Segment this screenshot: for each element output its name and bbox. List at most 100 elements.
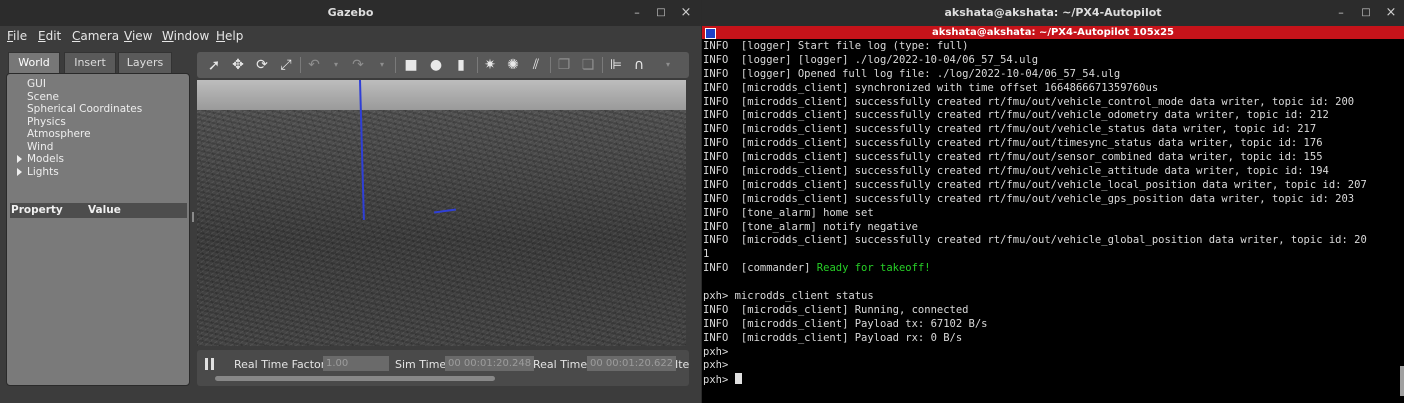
tree-item-physics[interactable]: Physics — [27, 116, 66, 128]
cylinder-shape-icon[interactable]: ▮ — [452, 56, 470, 74]
terminal-line-text: INFO [logger] Start file log (type: full… — [703, 40, 969, 52]
terminal-line-text: INFO [logger] [logger] ./log/2022-10-04/… — [703, 53, 1039, 66]
redo-icon[interactable]: ↷ — [349, 56, 367, 74]
menu-view[interactable]: View — [124, 29, 152, 43]
gazebo-window: Gazebo – □ × File Edit Camera View Windo… — [0, 0, 701, 403]
terminal-line: INFO [microdds_client] successfully crea… — [703, 179, 1403, 193]
terminal-line-text: INFO [commander] — [703, 262, 817, 275]
terminal-line-text: INFO [microdds_client] successfully crea… — [703, 109, 1329, 122]
terminal-line: INFO [microdds_client] successfully crea… — [703, 123, 1403, 137]
point-light-icon[interactable]: ✷ — [481, 56, 499, 74]
expand-arrow-icon[interactable] — [17, 167, 22, 176]
menu-edit-label: dit — [45, 29, 62, 43]
toolbar-separator — [300, 57, 301, 73]
sim-time-label: Sim Time: — [395, 358, 450, 371]
menu-camera[interactable]: Camera — [72, 29, 119, 43]
box-shape-icon[interactable]: ■ — [402, 56, 420, 74]
undo-dropdown-icon[interactable]: ▾ — [327, 56, 345, 74]
panel-splitter[interactable] — [192, 212, 194, 222]
terminal-line: INFO [logger] [logger] ./log/2022-10-04/… — [703, 54, 1403, 68]
tree-item-models[interactable]: Models — [17, 153, 64, 165]
terminal-line-text: pxh> — [703, 345, 735, 358]
minimize-button[interactable]: – — [628, 4, 646, 22]
select-arrow-icon[interactable]: ➚ — [205, 56, 223, 74]
close-button[interactable]: × — [677, 4, 695, 22]
3d-viewport[interactable] — [197, 80, 686, 346]
terminal-line: pxh> — [703, 346, 1403, 360]
terminal-line-text: INFO [tone_alarm] notify negative — [703, 220, 918, 233]
real-time-value: 00 00:01:20.622 — [587, 356, 677, 371]
terminal-line-text: INFO [microdds_client] successfully crea… — [703, 137, 1323, 150]
property-header: Property Value — [10, 203, 187, 218]
terminal-line-text: INFO [microdds_client] successfully crea… — [703, 192, 1355, 205]
menu-window[interactable]: Window — [162, 29, 209, 43]
tree-item-lights[interactable]: Lights — [17, 166, 59, 178]
paste-icon[interactable]: ❏ — [579, 56, 597, 74]
scale-icon[interactable]: ⤢ — [277, 56, 295, 74]
tab-world[interactable]: World — [8, 52, 60, 73]
tree-item-scene[interactable]: Scene — [27, 91, 59, 103]
terminal-line: INFO [logger] Start file log (type: full… — [703, 40, 1403, 54]
iterations-label: Ite — [675, 358, 690, 371]
menu-edit[interactable]: Edit — [38, 29, 61, 43]
sphere-shape-icon[interactable]: ● — [427, 56, 445, 74]
terminal-line-text: pxh> — [703, 359, 735, 372]
tab-insert[interactable]: Insert — [64, 52, 116, 73]
terminal-line-text: INFO [microdds_client] successfully crea… — [703, 151, 1323, 164]
terminal-line: INFO [microdds_client] successfully crea… — [703, 193, 1403, 207]
terminal-line: INFO [microdds_client] Payload rx: 0 B/s — [703, 332, 1403, 346]
gazebo-titlebar: Gazebo – □ × — [0, 0, 701, 26]
sim-time-value: 00 00:01:20.248 — [445, 356, 535, 371]
terminal-tab-bar[interactable]: akshata@akshata: ~/PX4-Autopilot 105x25 — [702, 26, 1404, 39]
maximize-button[interactable]: □ — [1357, 4, 1375, 22]
menu-file[interactable]: File — [7, 29, 27, 43]
tree-item-spherical-coordinates[interactable]: Spherical Coordinates — [27, 103, 142, 115]
terminal-line: INFO [microdds_client] synchronized with… — [703, 82, 1403, 96]
real-time-factor-label: Real Time Factor: — [234, 358, 329, 371]
copy-icon[interactable]: ❐ — [555, 56, 573, 74]
tab-layers[interactable]: Layers — [118, 52, 172, 73]
menu-help[interactable]: Help — [216, 29, 243, 43]
terminal-window: akshata@akshata: ~/PX4-Autopilot – □ × a… — [702, 0, 1404, 403]
terminal-line-text: INFO [microdds_client] successfully crea… — [703, 123, 1317, 136]
terminal-scrollbar[interactable] — [1400, 366, 1404, 396]
terminal-line-text: pxh> microdds_client status — [703, 290, 874, 303]
menu-camera-label: amera — [80, 29, 120, 43]
menu-help-label: elp — [225, 29, 244, 43]
terminal-line: INFO [microdds_client] successfully crea… — [703, 109, 1403, 123]
undo-icon[interactable]: ↶ — [305, 56, 323, 74]
terminal-line: INFO [microdds_client] successfully crea… — [703, 165, 1403, 179]
close-button[interactable]: × — [1382, 4, 1400, 22]
terminal-line-text: INFO [microdds_client] Running, connecte… — [703, 303, 969, 316]
expand-arrow-icon[interactable] — [17, 155, 22, 163]
align-icon[interactable]: ⊫ — [607, 56, 625, 74]
translate-icon[interactable]: ✥ — [229, 56, 247, 74]
menu-window-label: indow — [173, 29, 210, 43]
gazebo-title: Gazebo — [327, 6, 374, 19]
time-panel: Real Time Factor: 1.00 Sim Time: 00 00:0… — [197, 350, 689, 386]
minimize-button[interactable]: – — [1332, 4, 1350, 22]
terminal-line: INFO [microdds_client] successfully crea… — [703, 234, 1403, 248]
terminal-line: INFO [microdds_client] successfully crea… — [703, 96, 1403, 110]
toolbar-more-icon[interactable]: ▾ — [659, 56, 677, 74]
menu-view-key: V — [124, 29, 132, 43]
tree-item-gui[interactable]: GUI — [27, 78, 46, 90]
spot-light-icon[interactable]: ✺ — [504, 56, 522, 74]
redo-dropdown-icon[interactable]: ▾ — [373, 56, 391, 74]
value-column-header: Value — [88, 204, 121, 216]
horizontal-scrollbar[interactable] — [215, 376, 495, 381]
snap-icon[interactable]: ∩ — [630, 56, 648, 74]
toolbar-separator — [395, 57, 396, 73]
terminal-line-text: INFO [logger] Opened full log file: ./lo… — [703, 67, 1121, 80]
pause-icon[interactable] — [205, 358, 215, 370]
directional-light-icon[interactable]: ⫽ — [527, 56, 545, 74]
terminal-output[interactable]: INFO [logger] Start file log (type: full… — [703, 40, 1403, 387]
left-panel: World Insert Layers GUI Scene Spherical … — [6, 52, 190, 386]
rotate-icon[interactable]: ⟳ — [253, 56, 271, 74]
tree-item-wind[interactable]: Wind — [27, 141, 53, 153]
terminal-line: INFO [tone_alarm] notify negative — [703, 221, 1403, 235]
maximize-button[interactable]: □ — [652, 4, 670, 22]
tree-item-atmosphere[interactable]: Atmosphere — [27, 128, 91, 140]
real-time-label: Real Time: — [533, 358, 591, 371]
terminal-cursor — [734, 373, 742, 385]
